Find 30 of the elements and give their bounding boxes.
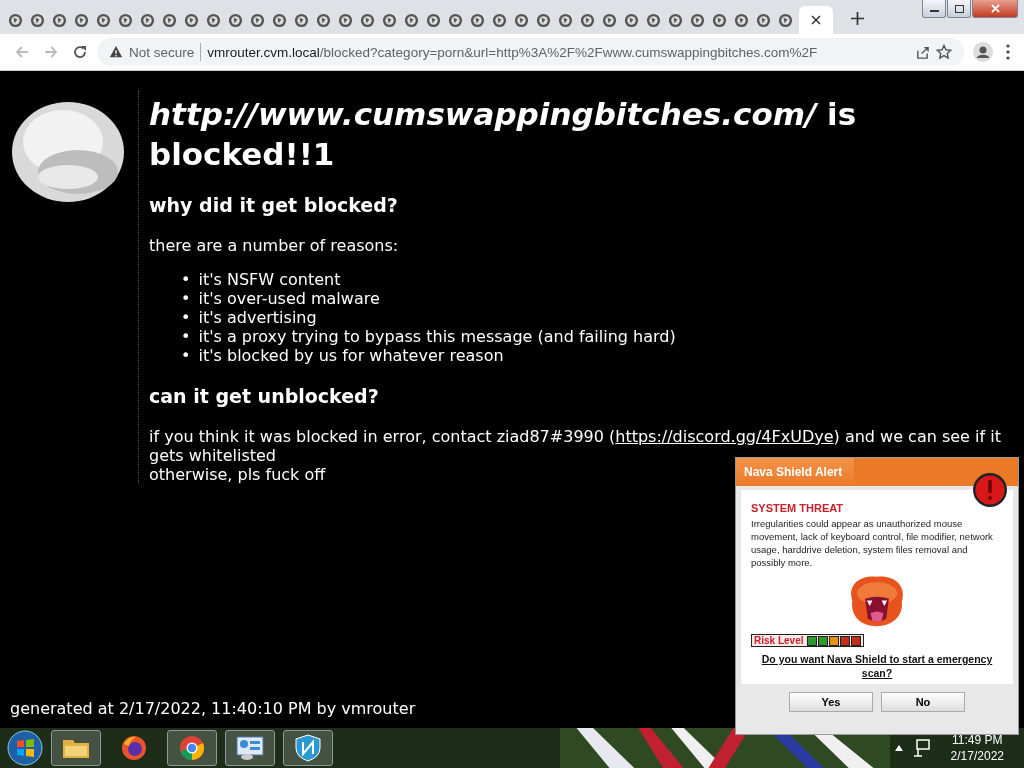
threat-title: SYSTEM THREAT	[751, 502, 845, 514]
bullet: •	[181, 327, 191, 346]
alert-message: Irregularities could appear as unauthorized mouse movement, lack of keyboard control, file modifier, network usage, harddrive deletion, system files removal and possibly more.	[751, 517, 994, 569]
bullet: •	[181, 270, 191, 289]
alert-title: Nava Shield Alert	[736, 458, 854, 486]
address-bar[interactable]: Not secure vmrouter.cvm.local/blocked?category=porn&url=http%3A%2F%2Fwww.cumswappingbitches.com%2F	[97, 38, 964, 66]
reason-item: it's NSFW content	[198, 270, 341, 289]
risk-label: Risk Level	[754, 635, 804, 646]
bullet: •	[181, 346, 191, 365]
alert-button[interactable]: No	[881, 692, 965, 712]
taskbar-clock[interactable]: 11:49 PM 2/17/2022	[950, 732, 1004, 764]
discord-link[interactable]: https://discord.gg/4FxUDye	[615, 427, 834, 446]
section-heading: can it get unblocked?	[149, 385, 380, 407]
bullet: •	[181, 289, 191, 308]
url-text: vmrouter.cvm.local/blocked?category=porn&url=http%3A%2F%2Fwww.cumswappingbitches.com%2F	[207, 44, 819, 60]
closing-text: otherwise, pls fuck off	[149, 465, 326, 484]
scan-question: Do you want Nava Shield to start a emergency scan?	[760, 652, 994, 680]
clock-date: 2/17/2022	[950, 748, 1004, 764]
reason-item: it's a proxy trying to bypass this message (and failing hard)	[198, 327, 676, 346]
alert-button[interactable]: Yes	[789, 692, 873, 712]
intro-text: there are a number of reasons:	[149, 236, 400, 255]
security-label: Not secure	[129, 44, 195, 60]
reason-item: it's advertising	[198, 308, 317, 327]
blocked-heading: http://www.cumswappingbitches.com/ is blocked!!1	[149, 95, 858, 174]
reason-item: it's blocked by us for whatever reason	[198, 346, 504, 365]
reason-item: it's over-used malware	[198, 289, 380, 308]
section-heading: why did it get blocked?	[149, 194, 399, 216]
clock-time: 11:49 PM	[952, 732, 1003, 748]
bullet: •	[181, 308, 191, 327]
footer-text: generated at 2/17/2022, 11:40:10 PM by vmrouter	[10, 699, 416, 718]
